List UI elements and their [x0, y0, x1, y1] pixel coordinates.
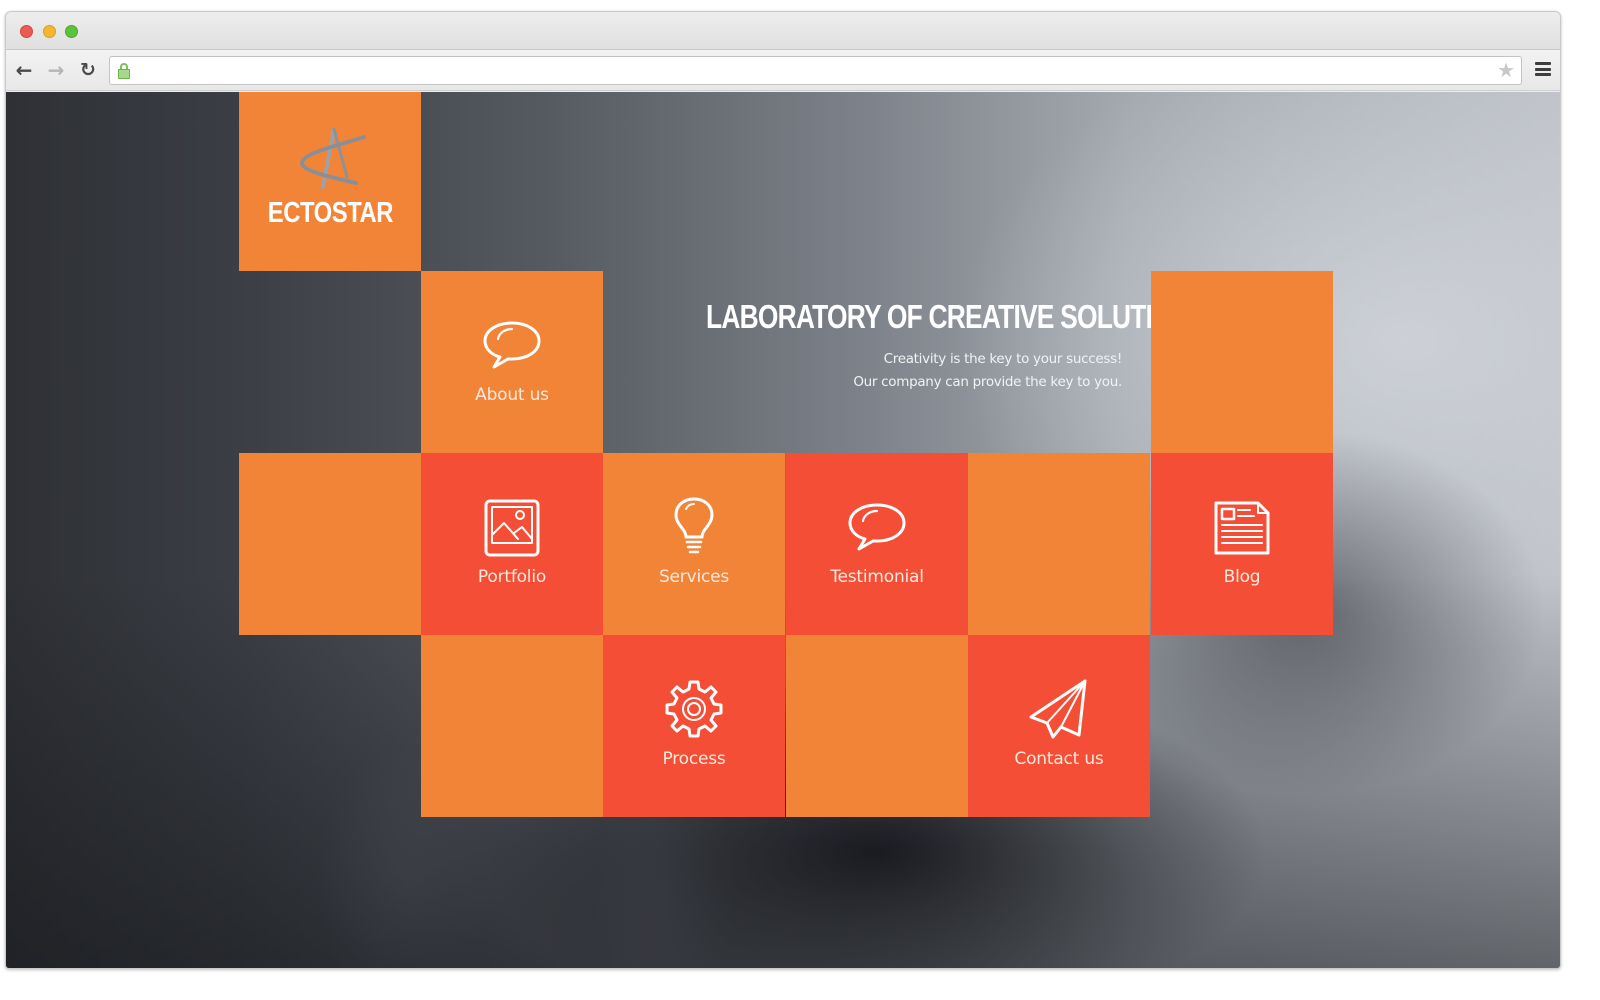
forward-button[interactable]: → [44, 58, 68, 82]
nav-tile-blog[interactable]: Blog [1151, 453, 1333, 635]
nav-tile-services[interactable]: Services [603, 453, 785, 635]
browser-toolbar: ← → ↻ ★ [6, 50, 1560, 91]
nav-tile-label: About us [475, 385, 549, 405]
back-arrow-icon: ← [15, 58, 33, 82]
hero-section: LABORATORY OF CREATIVE SOLUTIONS Creativ… [602, 298, 1208, 394]
hamburger-icon-bar [1535, 67, 1551, 71]
nav-tile-label: Testimonial [830, 567, 924, 587]
decorative-tile [239, 453, 421, 635]
lock-icon [118, 63, 130, 79]
nav-tile-about-us[interactable]: About us [421, 271, 603, 453]
decorative-tile [968, 453, 1150, 635]
ectostar-logo-icon [290, 125, 370, 197]
brand-name: ECTOSTAR [267, 197, 393, 229]
light-bulb-icon [662, 495, 726, 559]
paper-plane-icon [1027, 677, 1091, 741]
bookmark-star-icon[interactable]: ★ [1497, 60, 1515, 80]
back-button[interactable]: ← [12, 58, 36, 82]
maximize-window-button[interactable] [65, 25, 78, 38]
reload-icon: ↻ [80, 59, 96, 81]
hamburger-icon-bar [1535, 73, 1551, 76]
forward-arrow-icon: → [47, 58, 65, 82]
nav-tile-portfolio[interactable]: Portfolio [421, 453, 603, 635]
nav-tile-contact-us[interactable]: Contact us [968, 635, 1150, 817]
nav-tile-label: Blog [1223, 567, 1261, 587]
speech-bubble-icon [480, 313, 544, 377]
hamburger-icon-bar [1535, 62, 1551, 65]
picture-frame-icon [480, 495, 544, 559]
nav-tile-label: Contact us [1014, 749, 1104, 769]
hero-subtitle: Creativity is the key to your success! O… [602, 348, 1122, 394]
decorative-tile [786, 635, 968, 817]
hero-subtitle-line: Our company can provide the key to you. [853, 374, 1122, 390]
nav-tile-label: Portfolio [477, 567, 547, 587]
hero-title: LABORATORY OF CREATIVE SOLUTIONS [706, 298, 1208, 335]
page-viewport: ECTOSTAR LABORATORY OF CREATIVE SOLUTION… [6, 92, 1560, 968]
nav-tile-label: Process [662, 749, 726, 769]
title-bar [6, 12, 1560, 50]
browser-menu-button[interactable] [1535, 61, 1551, 77]
hero-subtitle-line: Creativity is the key to your success! [883, 351, 1123, 367]
minimize-window-button[interactable] [43, 25, 56, 38]
nav-tile-label: Services [658, 567, 730, 587]
address-bar[interactable]: ★ [109, 56, 1522, 85]
browser-window: ← → ↻ ★ ECTOSTAR LABORATORY OF CREATIVE … [5, 11, 1561, 969]
close-window-button[interactable] [20, 25, 33, 38]
nav-tile-testimonial[interactable]: Testimonial [786, 453, 968, 635]
gear-icon [662, 677, 726, 741]
decorative-tile [1151, 271, 1333, 453]
newspaper-icon [1210, 495, 1274, 559]
decorative-tile [421, 635, 603, 817]
reload-button[interactable]: ↻ [76, 58, 100, 82]
speech-bubble-icon [845, 495, 909, 559]
logo-tile[interactable]: ECTOSTAR [239, 92, 421, 271]
nav-tile-process[interactable]: Process [603, 635, 785, 817]
